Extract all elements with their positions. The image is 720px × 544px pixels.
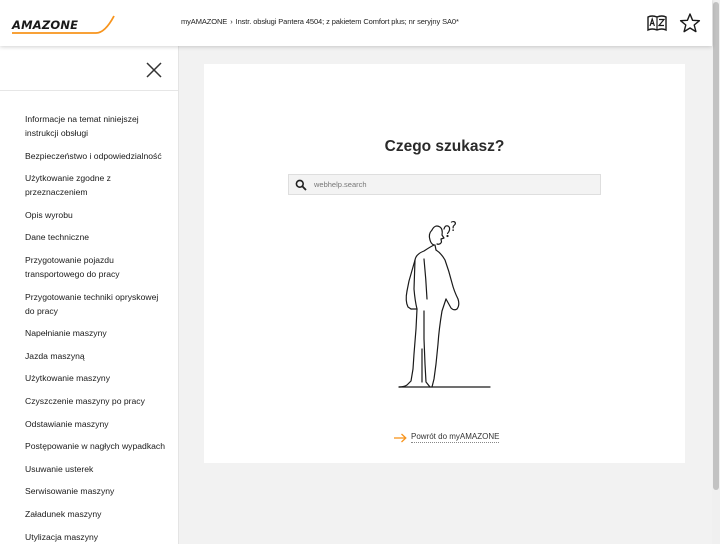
- sidebar-item-driving[interactable]: Jazda maszyną: [0, 349, 178, 363]
- sidebar-top: [0, 46, 178, 91]
- search-icon: [295, 179, 307, 191]
- sidebar-item-intended-use[interactable]: Użytkowanie zgodne z przeznaczeniem: [0, 171, 178, 199]
- sidebar-item-disposal[interactable]: Utylizacja maszyny: [0, 530, 178, 544]
- thinking-man-illustration: ?: [398, 220, 491, 388]
- sidebar-item-technical-data[interactable]: Dane techniczne: [0, 230, 178, 244]
- amazone-logo[interactable]: AMAZONE: [10, 12, 118, 36]
- breadcrumb-root[interactable]: myAMAZONE: [181, 17, 227, 26]
- search-input[interactable]: [314, 175, 598, 194]
- top-header: AMAZONE myAMAZONE › Instr. obsługi Pantera…: [0, 0, 712, 46]
- close-icon[interactable]: [145, 61, 163, 79]
- sidebar-item-spraying-preparation[interactable]: Przygotowanie techniki opryskowej do pra…: [0, 290, 178, 318]
- sidebar: Informacje na temat niniejszej instrukcj…: [0, 46, 179, 544]
- sidebar-item-cleaning[interactable]: Czyszczenie maszyny po pracy: [0, 394, 178, 408]
- page-title: Czego szukasz?: [384, 138, 505, 155]
- back-to-myamazone-link[interactable]: Powrót do myAMAZONE: [394, 432, 500, 443]
- sidebar-item-usage[interactable]: Użytkowanie maszyny: [0, 371, 178, 385]
- sidebar-item-safety[interactable]: Bezpieczeństwo i odpowiedzialność: [0, 149, 178, 163]
- sidebar-item-vehicle-preparation[interactable]: Przygotowanie pojazdu transportowego do …: [0, 253, 178, 281]
- language-icon[interactable]: [647, 13, 667, 33]
- scrollbar-thumb[interactable]: [713, 2, 719, 490]
- search-box[interactable]: [288, 174, 601, 195]
- breadcrumb: myAMAZONE › Instr. obsługi Pantera 4504; z…: [181, 17, 459, 26]
- star-icon[interactable]: [679, 12, 701, 34]
- arrow-right-icon: [394, 433, 407, 442]
- sidebar-item-filling[interactable]: Napełnianie maszyny: [0, 326, 178, 340]
- sidebar-item-troubleshooting[interactable]: Usuwanie usterek: [0, 462, 178, 476]
- page-scrollbar[interactable]: [712, 0, 720, 544]
- breadcrumb-separator: ›: [230, 17, 233, 26]
- back-link-text[interactable]: Powrót do myAMAZONE: [411, 432, 500, 443]
- sidebar-nav: Informacje na temat niniejszej instrukcj…: [0, 91, 178, 544]
- svg-text:?: ?: [450, 220, 457, 235]
- logo-text: AMAZONE: [11, 18, 78, 32]
- search-panel: Czego szukasz? ? Powrót do myAMAZONE: [204, 64, 685, 463]
- sidebar-item-loading[interactable]: Załadunek maszyny: [0, 507, 178, 521]
- sidebar-item-product-description[interactable]: Opis wyrobu: [0, 208, 178, 222]
- breadcrumb-current: Instr. obsługi Pantera 4504; z pakietem …: [235, 17, 459, 26]
- sidebar-item-instruction-info[interactable]: Informacje na temat niniejszej instrukcj…: [0, 112, 178, 140]
- sidebar-item-parking[interactable]: Odstawianie maszyny: [0, 417, 178, 431]
- sidebar-item-emergency[interactable]: Postępowanie w nagłych wypadkach: [0, 439, 178, 453]
- sidebar-item-servicing[interactable]: Serwisowanie maszyny: [0, 484, 178, 498]
